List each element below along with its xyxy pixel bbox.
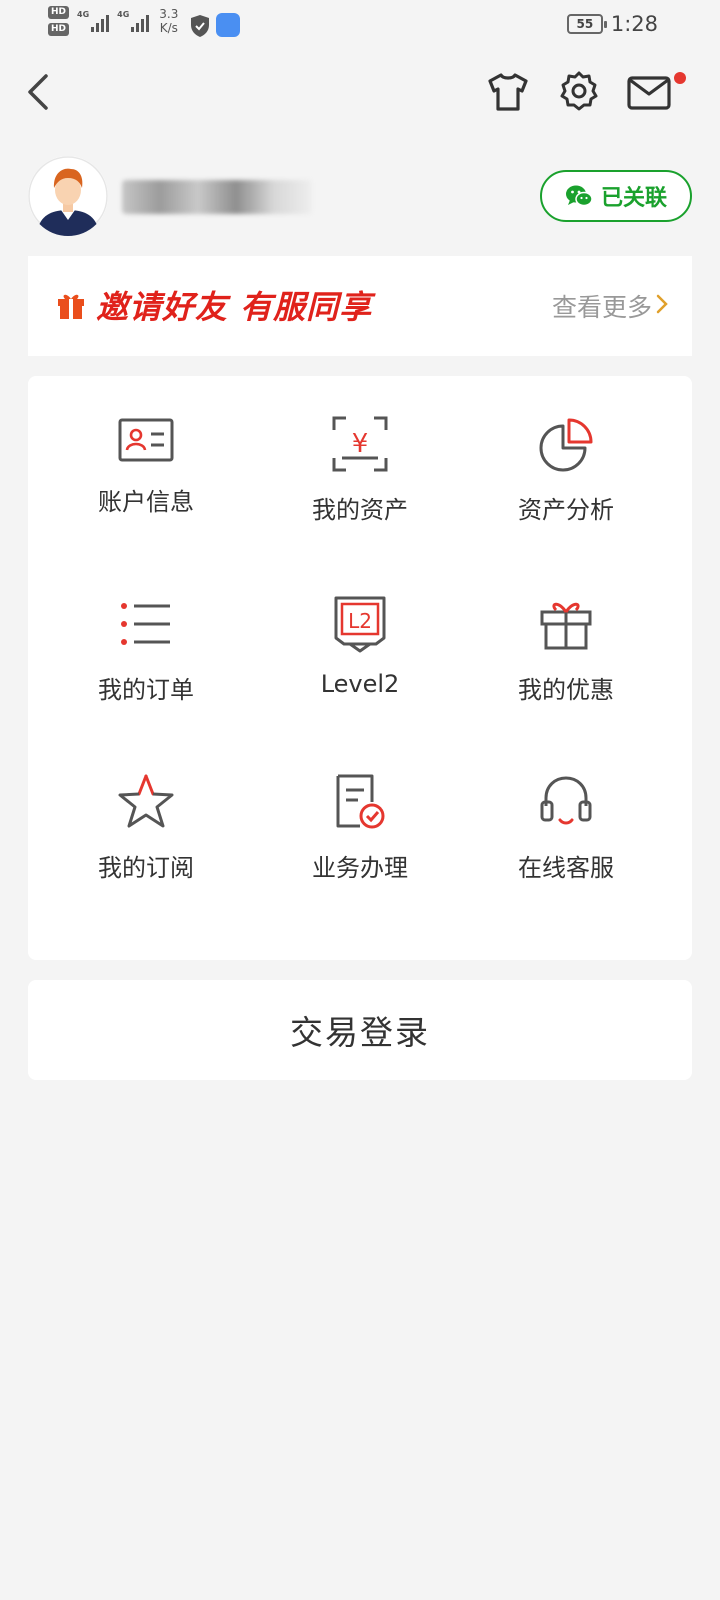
invite-banner[interactable]: 邀请好友 有服同享 查看更多 (28, 256, 692, 356)
unread-dot (674, 72, 686, 84)
grid-label-my-coupons: 我的优惠 (518, 676, 614, 704)
battery-level: 55 (576, 17, 594, 31)
gift-small-icon (58, 294, 84, 319)
yuan-scan-icon: ¥ (332, 416, 388, 472)
grid-item-asset-analysis[interactable]: 资产分析 (476, 414, 656, 554)
chevron-right-icon (656, 294, 668, 314)
shield-icon (191, 15, 210, 37)
status-left: HD HD 4G 4G 3.3 K/s (48, 6, 241, 38)
hd-badge-1: HD (48, 6, 70, 19)
grid-label-my-subscriptions: 我的订阅 (98, 854, 194, 882)
grid-label-business-handling: 业务办理 (312, 854, 408, 882)
gear-icon[interactable] (557, 70, 601, 114)
grid-label-account-info: 账户信息 (98, 488, 194, 516)
wechat-linked-button[interactable]: 已关联 (540, 170, 692, 222)
grid-item-my-assets[interactable]: ¥ 我的资产 (270, 414, 450, 554)
trade-login-label: 交易登录 (290, 1013, 430, 1052)
grid-label-my-assets: 我的资产 (312, 496, 408, 524)
grid-label-online-service: 在线客服 (518, 854, 614, 882)
grid-item-business-handling[interactable]: 业务办理 (270, 772, 450, 912)
grid-label-asset-analysis: 资产分析 (518, 496, 614, 524)
invite-title: 邀请好友 有服同享 (96, 288, 373, 326)
avatar-image (28, 156, 108, 236)
app-notification-icon (216, 13, 241, 37)
status-bar: HD HD 4G 4G 3.3 K/s 55 1:28 (0, 0, 720, 48)
svg-text:L2: L2 (348, 609, 372, 633)
clock: 1:28 (610, 12, 658, 36)
hd-badge-2: HD (48, 23, 70, 36)
grid-label-my-orders: 我的订单 (98, 676, 194, 704)
tshirt-icon[interactable] (486, 70, 530, 114)
wechat-icon (565, 185, 593, 207)
svg-text:¥: ¥ (352, 429, 369, 459)
status-right: 55 1:28 (566, 12, 658, 36)
document-check-icon (336, 774, 385, 829)
id-card-icon (118, 418, 174, 462)
network-type-2: 4G (117, 10, 130, 19)
level2-icon: L2 (334, 596, 386, 653)
network-speed-value: 3.3 (159, 7, 179, 21)
grid-item-account-info[interactable]: 账户信息 (56, 414, 236, 554)
list-icon (121, 603, 170, 645)
headset-icon (540, 776, 592, 825)
grid-item-my-subscriptions[interactable]: 我的订阅 (56, 772, 236, 912)
network-type-1: 4G (77, 10, 90, 19)
grid-item-my-coupons[interactable]: 我的优惠 (476, 594, 656, 734)
see-more-link[interactable]: 查看更多 (552, 288, 652, 324)
back-icon[interactable] (20, 70, 56, 114)
mail-icon[interactable] (626, 70, 672, 114)
network-speed-unit: K/s (159, 21, 178, 35)
top-nav (0, 62, 720, 122)
network-speed: 3.3 K/s (159, 7, 178, 35)
grid-item-online-service[interactable]: 在线客服 (476, 772, 656, 912)
function-grid: 账户信息 ¥ 我的资产 资产分析 我的订单 L2 Level2 我的优惠 我的订… (28, 376, 692, 960)
battery-icon: 55 (566, 14, 607, 34)
signal-2-icon: 4G (117, 6, 150, 36)
grid-item-level2[interactable]: L2 Level2 (270, 594, 450, 734)
trade-login-button[interactable]: 交易登录 (28, 980, 692, 1080)
signal-1-icon: 4G (77, 6, 110, 36)
user-profile-row: ▇ ▇▇ ▇▇ 已关联 (28, 156, 692, 236)
grid-label-level2: Level2 (320, 670, 400, 698)
hd-indicators: HD HD (48, 6, 70, 36)
grid-item-my-orders[interactable]: 我的订单 (56, 594, 236, 734)
gift-icon (540, 602, 592, 650)
username: ▇ ▇▇ ▇▇ (122, 180, 312, 214)
avatar[interactable] (28, 156, 108, 236)
star-icon (118, 774, 174, 828)
wechat-status-label: 已关联 (600, 186, 667, 211)
pie-chart-icon (539, 418, 593, 472)
